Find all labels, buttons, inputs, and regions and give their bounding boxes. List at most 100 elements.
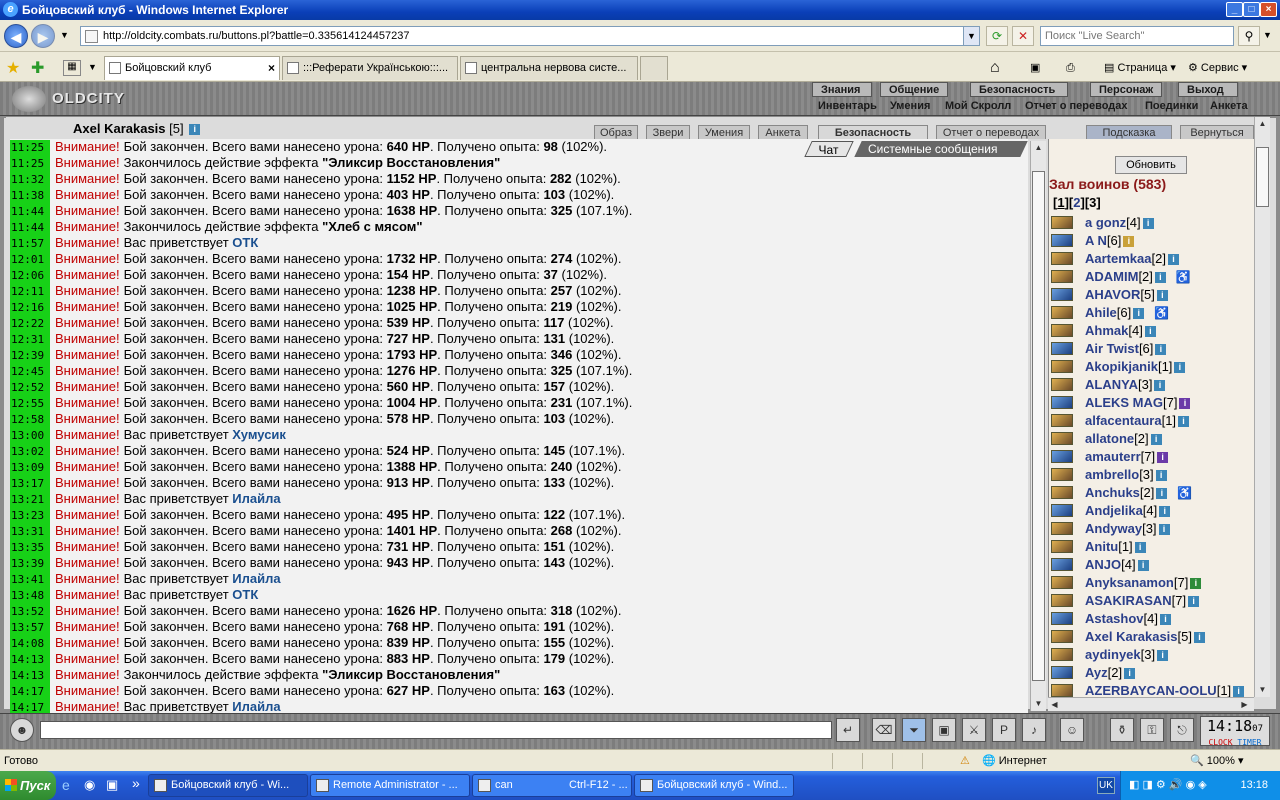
player-row[interactable]: Akopikjanik[1] i [1049,358,1254,376]
player-info-icon[interactable]: i [1155,344,1167,356]
menu-communication[interactable]: Общение [880,82,948,97]
player-info-icon[interactable]: i [1188,596,1200,608]
tab-questionnaire[interactable]: Анкета [758,125,808,139]
message-time[interactable]: 13:17 [10,476,50,492]
scroll-right-icon[interactable]: ▶ [1238,698,1251,712]
scroll-down-icon[interactable]: ▼ [1256,683,1269,697]
player-name[interactable]: alfacentaura [1085,413,1162,428]
tab-fight-club[interactable]: Бойцовский клуб × [104,56,280,80]
message-time[interactable]: 14:17 [10,684,50,700]
player-name[interactable]: ALANYA [1085,377,1138,392]
player-row[interactable]: AZERBAYCAN-OOLU[1] i [1049,682,1254,697]
private-message-icon[interactable] [1051,558,1073,571]
menu-knowledge[interactable]: Знания [812,82,872,97]
player-name[interactable]: Andjelika [1085,503,1143,518]
zoom-level[interactable]: 🔍 100% ▾ [1190,750,1243,772]
player-name[interactable]: a gonz [1085,215,1126,230]
start-button[interactable]: Пуск [0,771,56,800]
send-icon[interactable]: ↵ [836,718,860,742]
player-name[interactable]: ALEKS MAG [1085,395,1163,410]
tab-transfer-report[interactable]: Отчет о переводах [936,125,1046,139]
message-time[interactable]: 12:55 [10,396,50,412]
message-time[interactable]: 12:52 [10,380,50,396]
private-message-icon[interactable] [1051,342,1073,355]
player-row[interactable]: allatone[2] i [1049,430,1254,448]
private-message-icon[interactable] [1051,540,1073,553]
private-icon[interactable]: P [992,718,1016,742]
menu-inventory[interactable]: Инвентарь [818,99,877,113]
scroll-thumb[interactable] [1256,147,1269,207]
private-message-icon[interactable] [1051,450,1073,463]
menu-skills[interactable]: Умения [890,99,930,113]
player-row[interactable]: Andyway[3] i [1049,520,1254,538]
private-message-icon[interactable] [1051,576,1073,589]
maximize-button[interactable]: □ [1243,2,1260,17]
greeter-name[interactable]: ОТК [232,235,258,250]
player-row[interactable]: ADAMIM[2] i ♿ [1049,268,1254,286]
player-name[interactable]: A N [1085,233,1107,248]
scroll-up-icon[interactable]: ▲ [1256,117,1269,131]
player-info-icon[interactable]: i [1179,398,1191,410]
message-time[interactable]: 12:16 [10,300,50,316]
player-info-icon[interactable]: i [1167,254,1179,266]
tab-hint[interactable]: Подсказка [1086,125,1172,139]
player-name[interactable]: aydinyek [1085,647,1141,662]
tab-security[interactable]: Безопасность [818,125,928,139]
message-time[interactable]: 13:52 [10,604,50,620]
message-time[interactable]: 12:39 [10,348,50,364]
message-time[interactable]: 14:08 [10,636,50,652]
greeter-name[interactable]: ОТК [232,587,258,602]
task-fight-club-1[interactable]: Бойцовский клуб - Wi... [148,774,308,797]
private-message-icon[interactable] [1051,216,1073,229]
private-message-icon[interactable] [1051,396,1073,409]
chat-scrollbar[interactable]: ▲ ▼ [1030,141,1046,711]
tab-referaty[interactable]: :::Реферати Українською:::... [282,56,458,80]
player-name[interactable]: ADAMIM [1085,269,1138,284]
player-row[interactable]: alfacentaura[1] i [1049,412,1254,430]
tab-image[interactable]: Образ [594,125,638,139]
message-time[interactable]: 12:31 [10,332,50,348]
chat-input[interactable] [40,721,832,739]
ie-quicklaunch-icon[interactable]: e [62,777,70,793]
player-row[interactable]: ANJO[4] i [1049,556,1254,574]
player-info-icon[interactable]: i [1158,524,1170,536]
player-name[interactable]: Anyksanamon [1085,575,1174,590]
character-info-icon[interactable]: i [189,124,201,136]
add-favorites-icon[interactable]: ✚ [31,58,44,78]
filter-icon[interactable]: ⏷ [902,718,926,742]
player-name[interactable]: Anitu [1085,539,1118,554]
player-row[interactable]: ALEKS MAG[7] i [1049,394,1254,412]
message-time[interactable]: 12:58 [10,412,50,428]
private-message-icon[interactable] [1051,252,1073,265]
page-link-3[interactable]: 3 [1089,195,1096,210]
player-row[interactable]: amauterr[7] i [1049,448,1254,466]
close-button[interactable]: × [1260,2,1277,17]
private-message-icon[interactable] [1051,594,1073,607]
lock-icon[interactable]: ⚿ [1140,718,1164,742]
page-link-2[interactable]: 2 [1073,195,1080,210]
tab-close-icon[interactable]: × [268,57,275,79]
player-info-icon[interactable]: i [1174,362,1186,374]
menu-my-scroll[interactable]: Мой Скролл [945,99,1011,113]
refresh-icon[interactable]: ⟳ [986,26,1008,46]
player-row[interactable]: Aartemkaa[2] i [1049,250,1254,268]
player-name[interactable]: ASAKIRASAN [1085,593,1172,608]
message-time[interactable]: 11:32 [10,172,50,188]
player-info-icon[interactable]: i [1233,686,1245,697]
message-time[interactable]: 12:01 [10,252,50,268]
player-row[interactable]: Astashov[4] i [1049,610,1254,628]
tab-nervous-system[interactable]: центральна нервова систе... [460,56,638,80]
private-message-icon[interactable] [1051,378,1073,391]
sidebar-scrollbar[interactable]: ▲ ▼ [1254,117,1270,697]
greeter-name[interactable]: Илайла [232,491,280,506]
player-row[interactable]: Andjelika[4] i [1049,502,1254,520]
eraser-icon[interactable]: ⌫ [872,718,896,742]
search-input[interactable]: Поиск "Live Search" [1040,26,1234,46]
player-name[interactable]: Astashov [1085,611,1144,626]
search-icon[interactable]: ⚲ [1238,26,1260,46]
message-time[interactable]: 11:25 [10,140,50,156]
player-info-icon[interactable]: i [1190,578,1202,590]
message-time[interactable]: 14:13 [10,652,50,668]
refresh-button[interactable]: Обновить [1115,156,1187,174]
player-info-icon[interactable]: i [1193,632,1205,644]
